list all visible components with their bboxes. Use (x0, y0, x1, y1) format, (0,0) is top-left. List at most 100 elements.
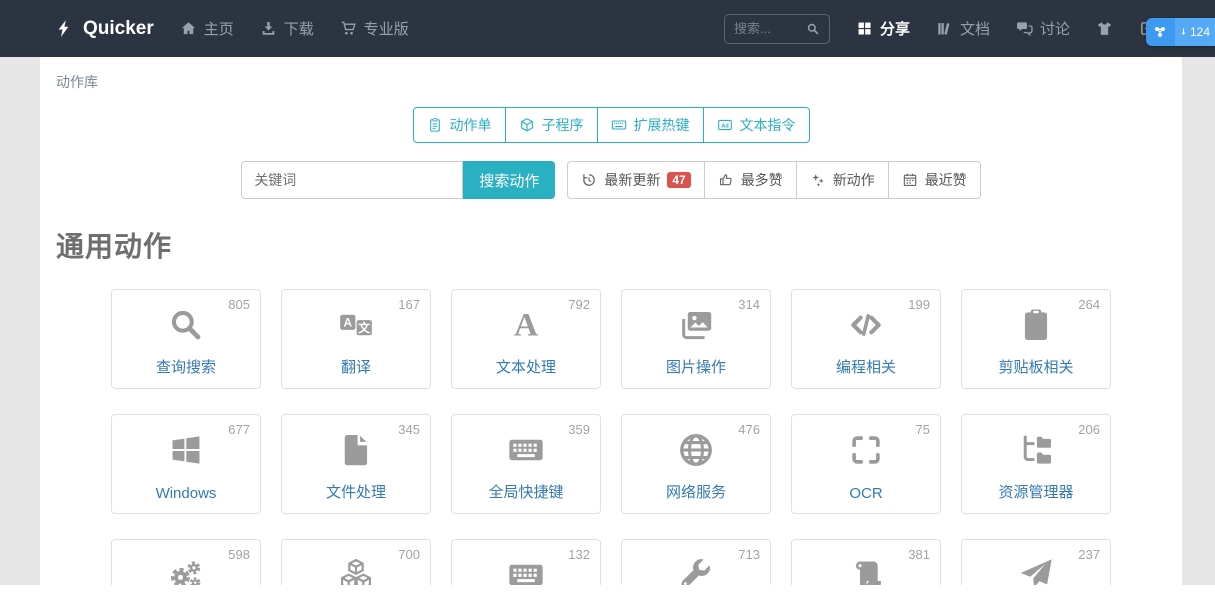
card-count: 314 (738, 297, 760, 312)
category-card[interactable]: 476 网络服务 (621, 414, 771, 514)
card-label[interactable]: 全局快捷键 (452, 481, 600, 502)
tab-label: 动作单 (450, 115, 492, 135)
brand[interactable]: Quicker (55, 18, 154, 40)
card-label[interactable]: 编程相关 (792, 356, 940, 377)
card-count: 237 (1078, 547, 1100, 562)
cubes-icon (337, 556, 375, 585)
filter-most-liked[interactable]: 最多赞 (704, 161, 797, 199)
category-card[interactable]: 314 图片操作 (621, 289, 771, 389)
search-icon (167, 306, 205, 344)
shirt-icon (1096, 20, 1113, 37)
category-card[interactable]: A文167翻译 (281, 289, 431, 389)
category-card[interactable]: 199 编程相关 (791, 289, 941, 389)
nav-item-download[interactable]: 下载 (260, 18, 314, 39)
nav-item-label: 主页 (204, 18, 234, 39)
breadcrumb: 动作库 (40, 57, 1182, 92)
nav-item-gift[interactable] (1096, 20, 1113, 37)
nav-item-label: 分享 (880, 18, 910, 39)
scroll-icon (847, 556, 885, 585)
category-card[interactable]: 75 OCR (791, 414, 941, 514)
category-card[interactable]: 713 (621, 539, 771, 585)
nav-item-label: 专业版 (364, 18, 409, 39)
card-count: 199 (908, 297, 930, 312)
download-icon (260, 20, 277, 37)
card-count: 206 (1078, 422, 1100, 437)
nav-item-share[interactable]: 分享 (856, 18, 910, 39)
tab-extended-hotkey[interactable]: 扩展热键 (597, 107, 704, 143)
card-count: 700 (398, 547, 420, 562)
content-area: 动作库 动作单子程序 扩展热键 Ad 文本指令 搜索动作 最新更新47最多赞新动作最近… (40, 57, 1182, 585)
navbar: Quicker 主页下载专业版 分享文档讨论登录 (0, 0, 1215, 57)
windows-icon (167, 431, 205, 469)
nav-item-pro-version[interactable]: 专业版 (340, 18, 409, 39)
card-count: 345 (398, 422, 420, 437)
filter-count-badge: 47 (667, 172, 690, 188)
folder-tree-icon (1017, 431, 1055, 469)
category-card[interactable]: 677 Windows (111, 414, 261, 514)
card-label[interactable]: 剪贴板相关 (962, 356, 1110, 377)
nav-item-docs[interactable]: 文档 (936, 18, 990, 39)
card-label[interactable]: 文件处理 (282, 481, 430, 502)
card-count: 677 (228, 422, 250, 437)
category-card[interactable]: 805 查询搜索 (111, 289, 261, 389)
card-count: 476 (738, 422, 760, 437)
bolt-icon (55, 19, 74, 38)
section-title: 通用动作 (56, 225, 1182, 265)
chat-icon (1016, 20, 1033, 37)
category-card[interactable]: 206 资源管理器 (961, 414, 1111, 514)
images-icon (677, 306, 715, 344)
nav-item-home[interactable]: 主页 (180, 18, 234, 39)
clipboard-outline-icon (427, 117, 443, 133)
scan-icon (847, 431, 885, 469)
category-card[interactable]: A792文本处理 (451, 289, 601, 389)
navbar-search-input[interactable] (734, 21, 802, 36)
category-card[interactable]: 237 (961, 539, 1111, 585)
category-card[interactable]: 359全局快捷键 (451, 414, 601, 514)
search-icon[interactable] (806, 22, 820, 36)
keyboard-outline-icon (611, 117, 627, 133)
keyword-input[interactable] (241, 161, 463, 199)
svg-text:Ad: Ad (721, 123, 729, 129)
category-card[interactable]: 132 (451, 539, 601, 585)
code-icon (847, 306, 885, 344)
search-actions-button[interactable]: 搜索动作 (463, 161, 555, 199)
card-label[interactable]: Windows (112, 485, 260, 502)
tab-text-command[interactable]: Ad 文本指令 (703, 107, 810, 143)
svg-text:A: A (514, 306, 538, 343)
tab-label: 文本指令 (740, 115, 796, 135)
category-card[interactable]: 381 (791, 539, 941, 585)
card-label[interactable]: 网络服务 (622, 481, 770, 502)
card-label[interactable]: 文本处理 (452, 356, 600, 377)
tab-subprogram[interactable]: 子程序 (505, 107, 598, 143)
card-count: 132 (568, 547, 590, 562)
card-count: 381 (908, 547, 930, 562)
card-label[interactable]: 查询搜索 (112, 356, 260, 377)
tab-action-list[interactable]: 动作单 (413, 107, 506, 143)
filter-new-actions[interactable]: 新动作 (796, 161, 889, 199)
wrench-icon (677, 556, 715, 585)
card-label[interactable]: OCR (792, 485, 940, 502)
filter-recently-liked[interactable]: 最近赞 (888, 161, 981, 199)
category-card[interactable]: 264剪贴板相关 (961, 289, 1111, 389)
category-card[interactable]: 598 (111, 539, 261, 585)
category-card[interactable]: 345 文件处理 (281, 414, 431, 514)
card-label[interactable]: 翻译 (282, 356, 430, 377)
svg-text:文: 文 (358, 321, 370, 335)
card-count: 713 (738, 547, 760, 562)
extension-badge[interactable]: 124 (1146, 18, 1215, 46)
keyboard-icon (507, 431, 545, 469)
card-label[interactable]: 资源管理器 (962, 481, 1110, 502)
nav-item-discuss[interactable]: 讨论 (1016, 18, 1070, 39)
nav-item-label: 讨论 (1040, 18, 1070, 39)
card-label[interactable]: 图片操作 (622, 356, 770, 377)
home-icon (180, 20, 197, 37)
gears-icon (167, 556, 205, 585)
filter-latest-updates[interactable]: 最新更新47 (567, 161, 704, 199)
card-count: 75 (916, 422, 930, 437)
tab-label: 扩展热键 (634, 115, 690, 135)
globe-icon (677, 431, 715, 469)
category-card[interactable]: 700 (281, 539, 431, 585)
brand-name: Quicker (83, 18, 154, 40)
keyboard-icon (507, 556, 545, 585)
card-count: 805 (228, 297, 250, 312)
